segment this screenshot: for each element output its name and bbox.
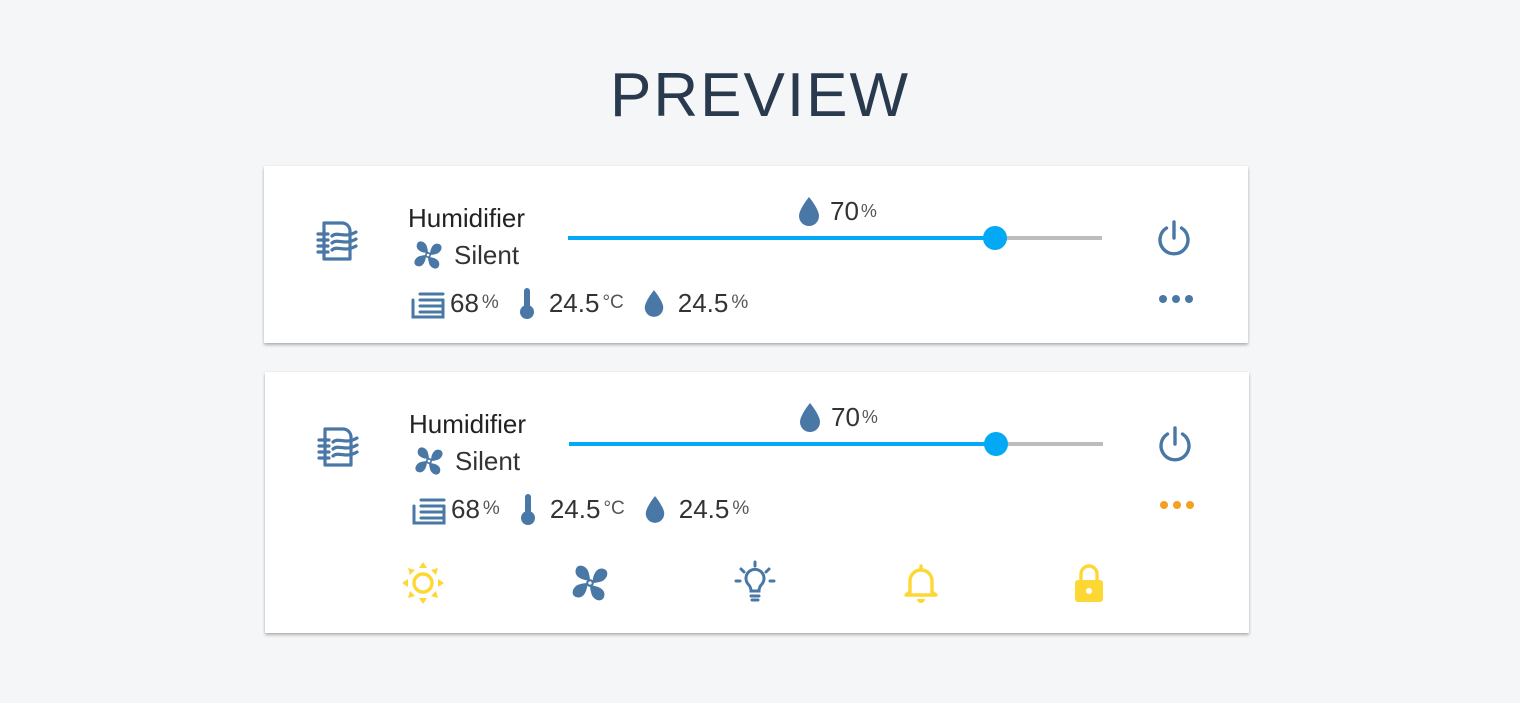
water-level-unit: % bbox=[481, 292, 499, 313]
mode-label: Silent bbox=[455, 446, 521, 476]
humidity-stat: 24.5 % bbox=[642, 286, 749, 320]
temperature-unit: °C bbox=[602, 292, 624, 313]
fan-icon bbox=[415, 447, 443, 475]
bell-icon[interactable] bbox=[898, 560, 944, 606]
water-drop-icon bbox=[644, 290, 663, 317]
slider-knob[interactable] bbox=[984, 432, 1009, 456]
humidifier-icon[interactable] bbox=[315, 424, 361, 470]
humidifier-card: Humidifier Silent 70 % 68 % 24.5 °C 24.5… bbox=[264, 166, 1248, 343]
temperature-stat: 24.5 °C bbox=[518, 492, 625, 526]
mode-selector[interactable]: Silent bbox=[411, 444, 520, 478]
water-level-stat: 68 % bbox=[410, 286, 499, 320]
device-name: Humidifier bbox=[408, 203, 526, 233]
humidity-value: 24.5 bbox=[677, 287, 729, 318]
fan-icon bbox=[414, 241, 442, 269]
humidity-unit: % bbox=[731, 292, 749, 313]
slider-fill bbox=[568, 236, 996, 240]
stats-row: 68 % 24.5 °C 24.5 % bbox=[411, 490, 767, 528]
mode-label: Silent bbox=[454, 240, 520, 270]
water-level-icon bbox=[411, 292, 445, 319]
water-level-value: 68 bbox=[450, 287, 479, 318]
lock-icon[interactable] bbox=[1066, 560, 1112, 606]
humidity-slider[interactable] bbox=[568, 226, 1102, 250]
thermometer-icon bbox=[519, 288, 534, 319]
temperature-value: 24.5 bbox=[549, 493, 601, 524]
humidity-slider[interactable] bbox=[569, 432, 1103, 456]
humidifier-card-expanded: Humidifier Silent 70 % 68 % 24.5 °C 24.5… bbox=[265, 372, 1249, 633]
power-icon[interactable] bbox=[1155, 424, 1195, 464]
water-level-unit: % bbox=[482, 498, 500, 519]
thermometer-icon bbox=[520, 494, 535, 525]
target-humidity: 70 % bbox=[796, 194, 877, 228]
stats-row: 68 % 24.5 °C 24.5 % bbox=[410, 284, 766, 322]
humidifier-icon[interactable] bbox=[314, 218, 360, 264]
power-icon[interactable] bbox=[1154, 218, 1194, 258]
device-name: Humidifier bbox=[409, 409, 527, 439]
target-value: 70 bbox=[830, 195, 859, 226]
mode-selector[interactable]: Silent bbox=[410, 238, 519, 272]
water-drop-icon bbox=[800, 403, 820, 432]
temperature-value: 24.5 bbox=[548, 287, 600, 318]
more-icon[interactable] bbox=[1159, 498, 1195, 512]
temperature-unit: °C bbox=[603, 498, 625, 519]
feature-buttons bbox=[265, 560, 1249, 606]
water-level-stat: 68 % bbox=[411, 492, 500, 526]
humidity-unit: % bbox=[732, 498, 750, 519]
water-drop-icon bbox=[799, 197, 819, 226]
page-title: PREVIEW bbox=[610, 61, 910, 130]
target-unit: % bbox=[860, 200, 877, 221]
water-drop-icon bbox=[645, 496, 664, 523]
target-value: 70 bbox=[831, 401, 860, 432]
fan-icon[interactable] bbox=[567, 560, 613, 606]
target-humidity: 70 % bbox=[797, 400, 878, 434]
slider-fill bbox=[569, 442, 997, 446]
water-level-value: 68 bbox=[451, 493, 480, 524]
lightbulb-icon[interactable] bbox=[732, 560, 778, 606]
slider-knob[interactable] bbox=[983, 226, 1008, 250]
target-unit: % bbox=[861, 406, 878, 427]
water-level-icon bbox=[412, 498, 446, 525]
more-icon[interactable] bbox=[1158, 292, 1194, 306]
humidity-stat: 24.5 % bbox=[643, 492, 750, 526]
brightness-icon[interactable] bbox=[400, 560, 446, 606]
temperature-stat: 24.5 °C bbox=[517, 286, 624, 320]
humidity-value: 24.5 bbox=[678, 493, 730, 524]
